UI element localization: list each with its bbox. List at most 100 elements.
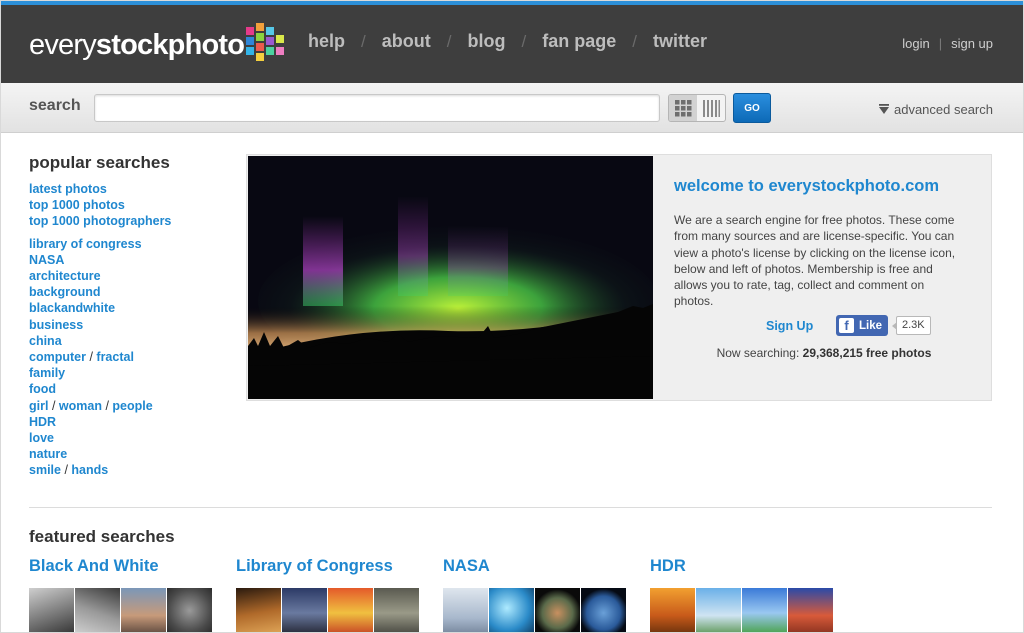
auth-links: login | sign up [902,36,993,51]
popular-link[interactable]: girl [29,399,48,413]
now-searching: Now searching: 29,368,215 free photos [674,346,974,360]
popular-link[interactable]: fractal [96,350,134,364]
popular-link[interactable]: china [29,333,229,349]
logo-mosaic-icon [246,23,294,63]
thumbnail[interactable] [581,588,626,632]
nav-separator: / [361,31,366,51]
download-arrow-icon [878,104,889,114]
nav-help[interactable]: help [308,31,345,52]
thumbnail[interactable] [443,588,488,632]
grid-view-button[interactable] [669,95,697,121]
thumbnail[interactable] [535,588,580,632]
link-separator: / [64,463,68,478]
nav-about[interactable]: about [382,31,431,52]
popular-link[interactable]: woman [59,399,102,413]
site-logo[interactable]: everystockphoto [29,23,294,63]
facebook-like-button[interactable]: f Like [836,315,889,336]
main-nav: help / about / blog / fan page / twitter [308,31,707,52]
popular-link[interactable]: computer [29,350,86,364]
popular-link-triple: girl / woman / people [29,398,229,414]
nav-blog[interactable]: blog [467,31,505,52]
login-link[interactable]: login [902,36,929,51]
popular-link[interactable]: top 1000 photos [29,197,229,213]
thumbnail[interactable] [788,588,833,632]
thumbnail[interactable] [29,588,74,632]
auth-separator: | [938,36,943,51]
site-header: everystockphoto help / about / blog / fa… [1,1,1023,83]
thumbnail[interactable] [696,588,741,632]
thumbnail[interactable] [489,588,534,632]
nav-twitter[interactable]: twitter [653,31,707,52]
nav-fan-page[interactable]: fan page [542,31,616,52]
signup-row: Sign Up f Like 2.3K [674,315,974,337]
featured-search: HDR [650,557,833,632]
featured-photo-aurora[interactable] [248,156,653,399]
popular-link[interactable]: blackandwhite [29,300,229,316]
thumbnail[interactable] [75,588,120,632]
popular-link-pair: computer / fractal [29,349,229,365]
thumbnail[interactable] [374,588,419,632]
link-separator: / [51,398,56,413]
popular-link[interactable]: latest photos [29,181,229,197]
thumbnail[interactable] [236,588,281,632]
advanced-search-link[interactable]: advanced search [878,102,993,117]
thumbnail[interactable] [328,588,373,632]
featured-search: Library of Congress [236,557,419,632]
featured-search-title[interactable]: Library of Congress [236,557,393,576]
go-button[interactable]: GO [733,93,771,123]
popular-link[interactable]: background [29,284,229,300]
nav-separator: / [446,31,452,51]
facebook-icon: f [839,318,854,333]
featured-search: Black And White [29,557,212,632]
featured-search-title[interactable]: HDR [650,557,686,576]
thumbnail[interactable] [282,588,327,632]
signup-button[interactable]: Sign Up [766,319,813,333]
welcome-panel: welcome to everystockphoto.com We are a … [246,154,992,401]
thumbnail[interactable] [121,588,166,632]
logo-text-stockphoto: stockphoto [95,29,245,61]
signup-link[interactable]: sign up [951,36,993,51]
popular-link[interactable]: smile [29,463,61,477]
thumbnail-strip [650,588,834,632]
popular-link[interactable]: hands [71,463,108,477]
featured-search-title[interactable]: NASA [443,557,490,576]
link-separator: / [89,350,93,365]
featured-search: NASA [443,557,626,632]
featured-search-title[interactable]: Black And White [29,557,159,576]
view-toggle [668,94,726,122]
logo-text-every: every [29,29,97,61]
thumbnail-strip [443,588,627,632]
aurora-photo [248,156,653,399]
now-searching-count: 29,368,215 free photos [802,346,932,360]
welcome-title: welcome to everystockphoto.com [674,177,939,195]
facebook-like-count: 2.3K [892,316,931,335]
nav-separator: / [521,31,527,51]
popular-link[interactable]: library of congress [29,236,229,252]
search-input[interactable] [94,94,660,122]
popular-link[interactable]: family [29,365,229,381]
search-bar: search GO advanced search [1,83,1023,133]
popular-link[interactable]: HDR [29,414,229,430]
popular-link[interactable]: love [29,430,229,446]
popular-searches: popular searches latest photos top 1000 … [29,153,229,479]
popular-link[interactable]: top 1000 photographers [29,213,229,229]
popular-link[interactable]: people [112,399,152,413]
link-separator: / [105,398,109,413]
section-divider [29,507,992,508]
popular-link[interactable]: NASA [29,252,229,268]
popular-link[interactable]: business [29,317,229,333]
thumbnail[interactable] [167,588,212,632]
page-frame: everystockphoto help / about / blog / fa… [0,0,1024,633]
column-view-button[interactable] [697,95,725,121]
popular-link-pair: smile / hands [29,462,229,478]
search-label: search [29,97,81,114]
thumbnail[interactable] [650,588,695,632]
popular-link[interactable]: food [29,381,229,397]
popular-link[interactable]: architecture [29,268,229,284]
popular-link[interactable]: nature [29,446,229,462]
thumbnail-strip [29,588,213,632]
popular-searches-title: popular searches [29,153,170,172]
facebook-like-label: Like [859,319,883,332]
columns-icon [702,99,720,117]
thumbnail[interactable] [742,588,787,632]
